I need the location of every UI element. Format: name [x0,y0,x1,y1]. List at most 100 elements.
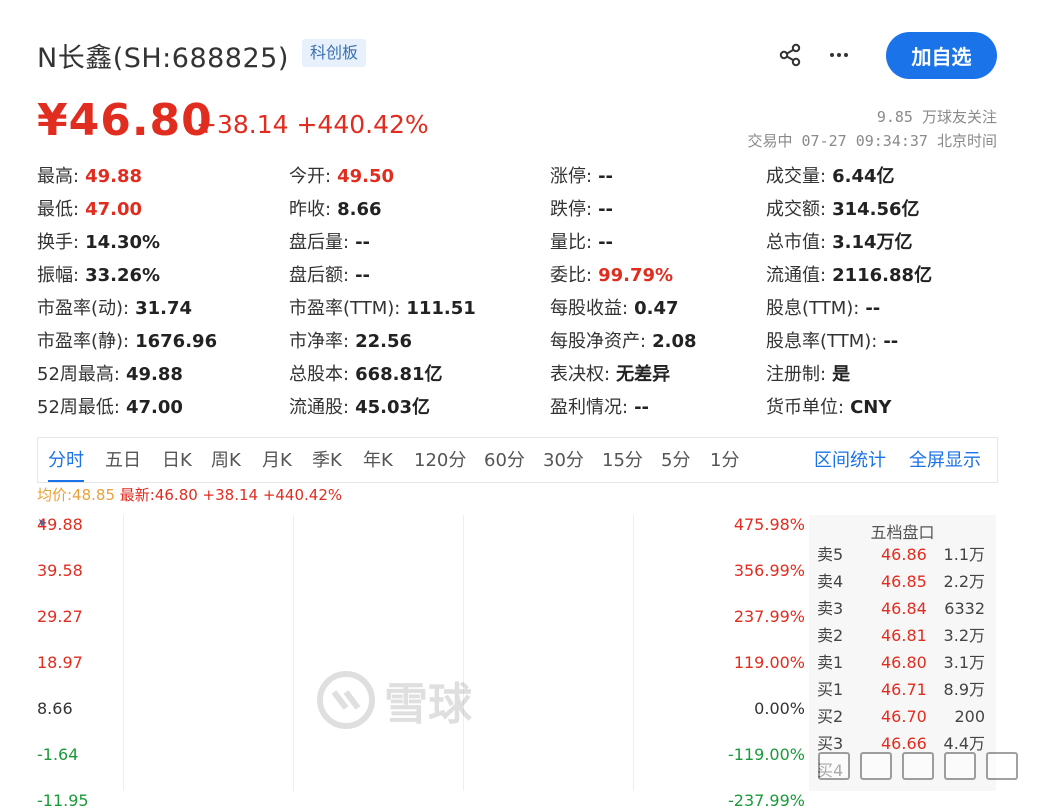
order-price: 46.80 [881,653,927,672]
stat-item: 市盈率(TTM): 111.51 [289,292,476,325]
image-overlay-bar [818,752,1018,780]
stat-value: 无差异 [616,364,671,385]
stat-item: 最高: 49.88 [37,160,142,193]
watermark: 雪球 [316,668,472,732]
percent-axis-label: 0.00% [754,699,805,718]
stat-value: -- [355,232,371,253]
tab-2[interactable]: 日K [162,438,192,482]
stat-item: 盘后量: -- [289,226,370,259]
average-price: 均价:48.85 [37,486,115,504]
tab-3[interactable]: 周K [211,438,241,482]
stat-item: 成交额: 314.56亿 [766,193,920,226]
price-axis-label: -11.95 [37,791,89,810]
order-label: 卖4 [817,572,844,591]
stat-value: 47.00 [85,199,143,220]
thumbnail-icon [902,752,934,780]
thumbnail-icon [986,752,1018,780]
order-volume: 200 [954,707,985,726]
stat-label: 跌停: [550,199,593,220]
stat-value: 49.88 [125,364,183,385]
order-price: 46.70 [881,707,927,726]
chart-gridline [633,515,634,791]
chart-summary: 均价:48.85 最新:46.80 +38.14 +440.42% [37,484,342,505]
stat-label: 流通值: [766,265,827,286]
stat-label: 成交量: [766,166,827,187]
tab-6[interactable]: 年K [363,438,393,482]
stat-label: 今开: [289,166,332,187]
stat-label: 量比: [550,232,593,253]
range-stats-link[interactable]: 区间统计 [814,438,886,482]
stat-value: -- [598,232,614,253]
stat-value: 33.26% [85,265,161,286]
percent-axis-label: 475.98% [733,515,805,534]
order-price: 46.86 [881,545,927,564]
order-price: 46.81 [881,626,927,645]
tab-10[interactable]: 15分 [602,438,643,482]
tab-1[interactable]: 五日 [105,438,141,482]
stat-item: 每股净资产: 2.08 [550,325,697,358]
order-volume: 3.2万 [943,626,985,645]
price-axis-label: 8.66 [37,699,73,718]
stat-label: 市净率: [289,331,350,352]
stat-label: 涨停: [550,166,593,187]
stat-item: 总股本: 668.81亿 [289,358,443,391]
intraday-chart[interactable]: 49.88 475.98% 39.58 356.99% 29.27 237.99% 18.9… [37,515,805,810]
fullscreen-link[interactable]: 全屏显示 [909,438,981,482]
stat-label: 52周最高: [37,364,120,385]
price-axis-label: 39.58 [37,561,83,580]
stat-item: 市盈率(静): 1676.96 [37,325,217,358]
chart-tabs: 分时 五日 日K 周K 月K 季K 年K 120分 60分 30分 15分 5分 1分 区间统计 全屏显示 [37,437,998,483]
order-volume: 1.1万 [943,545,985,564]
order-label: 买2 [817,707,844,726]
stat-label: 每股净资产: [550,331,647,352]
more-icon[interactable] [824,40,854,70]
tab-9[interactable]: 30分 [543,438,584,482]
stat-label: 盘后量: [289,232,350,253]
stat-label: 总股本: [289,364,350,385]
tab-7[interactable]: 120分 [414,438,466,482]
order-price: 46.71 [881,680,927,699]
stat-item: 成交量: 6.44亿 [766,160,895,193]
stat-item: 最低: 47.00 [37,193,142,226]
share-icon[interactable] [775,40,805,70]
stat-label: 市盈率(动): [37,298,130,319]
tab-8[interactable]: 60分 [484,438,525,482]
add-watchlist-button[interactable]: 加自选 [886,32,997,79]
order-book-title: 五档盘口 [870,523,935,542]
tab-0[interactable]: 分时 [48,438,84,482]
market-badge[interactable]: 科创板 [302,39,367,67]
snowball-logo-icon [317,671,375,729]
stat-value: 22.56 [355,331,413,352]
stat-item: 振幅: 33.26% [37,259,160,292]
stat-item: 流通股: 45.03亿 [289,391,430,424]
stat-item: 表决权: 无差异 [550,358,670,391]
percent-axis-label: 119.00% [733,653,805,672]
order-book-row: 卖1 46.80 3.1万 [809,649,996,676]
price-axis-label: 29.27 [37,607,83,626]
stat-value: 3.14万亿 [832,232,913,253]
stat-value: 49.50 [337,166,395,187]
current-price: ¥46.80 [37,95,213,146]
stat-value: 6.44亿 [832,166,895,187]
price-axis-label: -1.64 [37,745,79,764]
stat-value: 314.56亿 [832,199,920,220]
stat-value: 668.81亿 [355,364,443,385]
tab-12[interactable]: 1分 [710,438,739,482]
stat-value: -- [598,166,614,187]
tab-5[interactable]: 季K [312,438,342,482]
order-book-row: 卖3 46.84 6332 [809,595,996,622]
stat-value: 14.30% [85,232,161,253]
stat-value: 111.51 [406,298,476,319]
stat-value: -- [355,265,371,286]
stat-label: 股息率(TTM): [766,331,878,352]
stat-value: 2.08 [652,331,697,352]
stat-item: 流通值: 2116.88亿 [766,259,932,292]
stat-item: 昨收: 8.66 [289,193,382,226]
tab-4[interactable]: 月K [262,438,292,482]
thumbnail-icon [860,752,892,780]
stat-item: 今开: 49.50 [289,160,394,193]
stat-item: 总市值: 3.14万亿 [766,226,913,259]
thumbnail-icon [818,752,850,780]
stat-label: 注册制: [766,364,827,385]
tab-11[interactable]: 5分 [661,438,690,482]
